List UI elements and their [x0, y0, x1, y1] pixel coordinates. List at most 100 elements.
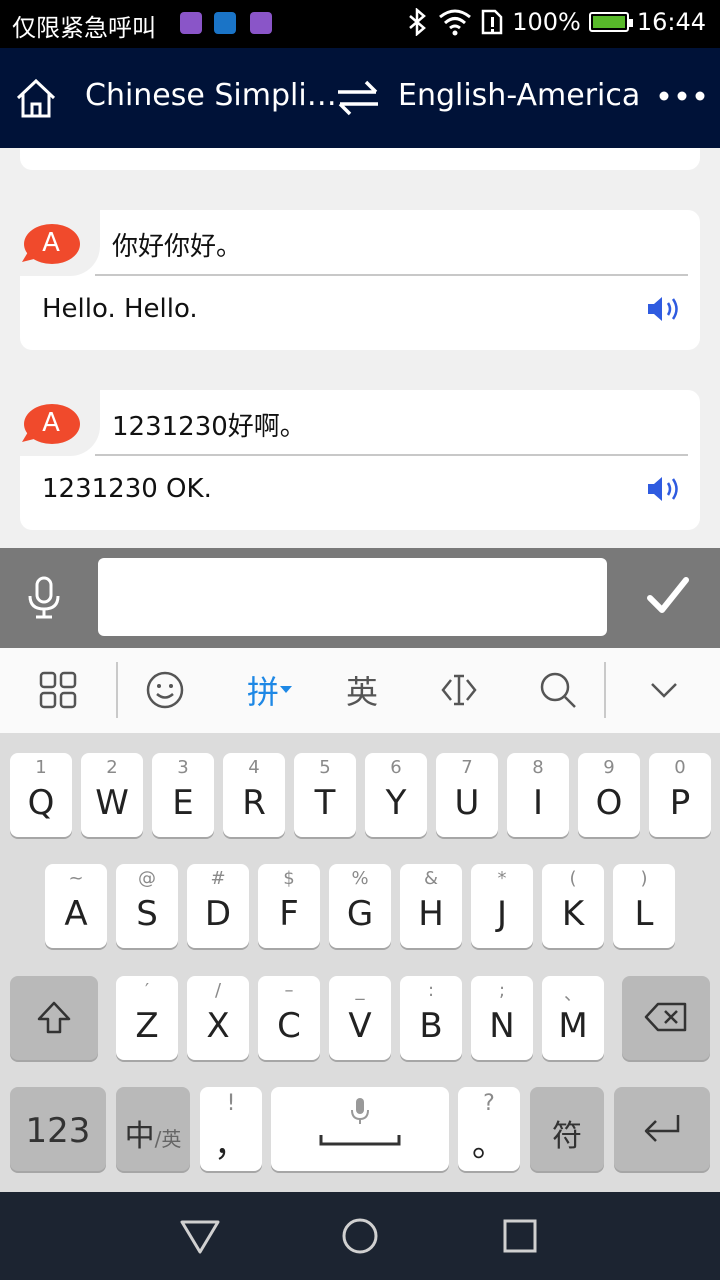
status-bar: 仅限紧急呼叫 100% 16:44 — [0, 0, 720, 48]
key-l[interactable]: ) L — [613, 864, 675, 948]
backspace-icon — [644, 1002, 687, 1032]
caret-down-icon — [280, 686, 292, 693]
backspace-key[interactable] — [622, 976, 710, 1060]
enter-icon — [644, 1115, 680, 1142]
more-icon[interactable] — [658, 78, 706, 114]
key-r[interactable]: 4R — [223, 753, 285, 837]
bluetooth-icon — [409, 8, 427, 36]
language-switch-key[interactable]: 中/英 — [116, 1087, 190, 1171]
swap-icon[interactable] — [334, 76, 382, 120]
key-s[interactable]: @ S — [116, 864, 178, 948]
carrier-text: 仅限紧急呼叫 — [12, 14, 156, 42]
notification-icon — [180, 12, 202, 34]
input-bar — [0, 548, 720, 648]
key-k[interactable]: (K — [542, 864, 604, 948]
key-v[interactable]: _ V — [329, 976, 391, 1060]
divider — [95, 454, 688, 456]
key-j[interactable]: * J — [471, 864, 533, 948]
previous-message-card — [20, 148, 700, 170]
english-small-label: /英 — [154, 1127, 182, 1151]
wifi-icon — [439, 9, 472, 36]
hide-keyboard-button[interactable] — [644, 666, 684, 714]
key-a[interactable]: ~ A — [45, 864, 107, 948]
key-z[interactable]: ′ Z — [116, 976, 178, 1060]
back-icon[interactable] — [178, 1216, 222, 1256]
divider — [95, 274, 688, 276]
search-icon — [540, 672, 576, 708]
microphone-small-icon — [351, 1098, 369, 1124]
space-bar-icon — [319, 1135, 401, 1146]
emoji-button[interactable] — [142, 666, 188, 714]
target-language-button[interactable]: English-America — [398, 78, 640, 113]
english-mode-button[interactable]: 英 — [338, 666, 386, 714]
key-w[interactable]: 2W — [81, 753, 143, 837]
key-e[interactable]: 3E — [152, 753, 214, 837]
avatar-letter: A — [42, 408, 60, 438]
source-text: 1231230好啊。 — [112, 412, 306, 442]
key-h[interactable]: & H — [400, 864, 462, 948]
battery-percent: 100% — [512, 8, 581, 36]
message-card: A 1231230好啊。 1231230 OK. — [20, 390, 700, 530]
key-d[interactable]: # D — [187, 864, 249, 948]
pinyin-label: 拼 — [246, 673, 279, 711]
navigation-bar — [0, 1192, 720, 1280]
key-n[interactable]: ; N — [471, 976, 533, 1060]
symbol-key[interactable]: 符 — [530, 1087, 604, 1171]
recents-icon[interactable] — [502, 1216, 538, 1256]
numeric-key[interactable]: 123 — [10, 1087, 106, 1171]
pinyin-mode-button[interactable]: 拼 — [238, 666, 302, 714]
conversation-list[interactable]: A 你好你好。 Hello. Hello. A 1231230好啊。 12312… — [0, 148, 720, 548]
source-language-button[interactable]: Chinese Simpli… — [85, 78, 337, 113]
ime-toolbar: 拼 英 — [0, 648, 720, 733]
cursor-button[interactable] — [436, 666, 482, 714]
avatar-letter: A — [42, 228, 60, 258]
english-label: 英 — [345, 673, 378, 711]
confirm-check-icon[interactable] — [646, 574, 690, 618]
clock: 16:44 — [636, 8, 706, 36]
shift-icon — [37, 1001, 71, 1034]
enter-key[interactable] — [614, 1087, 710, 1171]
key-g[interactable]: % G — [329, 864, 391, 948]
key-x[interactable]: / X — [187, 976, 249, 1060]
key-y[interactable]: 6Y — [365, 753, 427, 837]
key-p[interactable]: 0P — [649, 753, 711, 837]
translation-text: Hello. Hello. — [42, 294, 198, 324]
speaker-play-icon[interactable] — [646, 474, 684, 504]
keyboard: 1Q 2W 3E 4R 5T 6Y 7U 8I 9O 0P ~ A @ S # D $… — [0, 733, 720, 1192]
key-c[interactable]: – C — [258, 976, 320, 1060]
sim-alert-icon — [481, 9, 503, 35]
toolbar-divider — [116, 662, 118, 718]
grid-icon — [39, 671, 77, 709]
period-key[interactable]: ?。 — [458, 1087, 520, 1171]
emoji-icon — [146, 671, 184, 709]
ime-menu-button[interactable] — [36, 666, 80, 714]
home-icon[interactable] — [14, 76, 58, 120]
key-b[interactable]: :B — [400, 976, 462, 1060]
cursor-icon — [441, 674, 477, 706]
image-notification-icon — [250, 12, 272, 34]
key-i[interactable]: 8I — [507, 753, 569, 837]
message-input[interactable] — [98, 558, 607, 636]
home-nav-icon[interactable] — [340, 1216, 380, 1256]
microphone-icon[interactable] — [24, 576, 64, 620]
top-bar: Chinese Simpli… English-America — [0, 48, 720, 148]
battery-icon — [588, 12, 633, 32]
key-o[interactable]: 9O — [578, 753, 640, 837]
usb-icon — [214, 12, 236, 34]
key-q[interactable]: 1Q — [10, 753, 72, 837]
key-m[interactable]: 、 M — [542, 976, 604, 1060]
message-card: A 你好你好。 Hello. Hello. — [20, 210, 700, 350]
chevron-down-icon — [651, 683, 677, 698]
key-f[interactable]: $ F — [258, 864, 320, 948]
translation-text: 1231230 OK. — [42, 474, 212, 504]
chinese-label: 中 — [124, 1119, 155, 1154]
key-u[interactable]: 7U — [436, 753, 498, 837]
source-text: 你好你好。 — [112, 232, 243, 262]
toolbar-divider — [604, 662, 606, 718]
comma-key[interactable]: !， — [200, 1087, 262, 1171]
shift-key[interactable] — [10, 976, 98, 1060]
search-button[interactable] — [536, 666, 580, 714]
speaker-play-icon[interactable] — [646, 294, 684, 324]
key-t[interactable]: 5T — [294, 753, 356, 837]
space-key[interactable] — [271, 1087, 449, 1171]
